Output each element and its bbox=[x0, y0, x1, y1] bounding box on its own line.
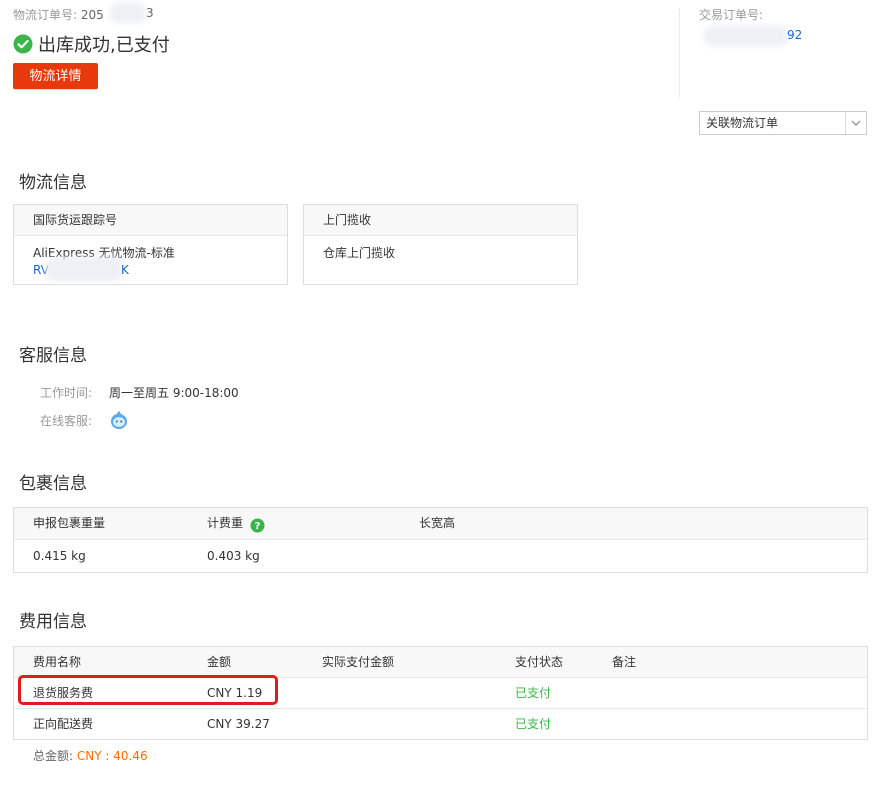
column-header: 费用名称 bbox=[33, 655, 82, 669]
logistics-order-prefix: 205 bbox=[80, 8, 104, 22]
column-header: 计费重 bbox=[207, 516, 244, 530]
working-hours-value: 周一至周五 9:00-18:00 bbox=[109, 386, 239, 400]
status-line: 出库成功,已支付 bbox=[13, 32, 170, 56]
trade-order-suffix[interactable]: 92 bbox=[787, 28, 802, 42]
tracking-card-header: 国际货运跟踪号 bbox=[14, 205, 287, 236]
column-header: 实际支付金额 bbox=[322, 655, 395, 669]
chevron-down-icon bbox=[845, 112, 866, 134]
check-circle-icon bbox=[13, 34, 33, 54]
chat-bubble-icon[interactable] bbox=[108, 409, 130, 431]
billed-weight: 0.403 kg bbox=[207, 549, 260, 563]
header-divider bbox=[679, 8, 681, 98]
total-value: CNY : 40.46 bbox=[76, 749, 148, 763]
logistics-order-label: 物流订单号: bbox=[13, 8, 78, 22]
fee-status: 已支付 bbox=[515, 686, 552, 700]
tracking-card: 国际货运跟踪号 AliExpress 无忧物流-标准 RV K bbox=[13, 204, 288, 285]
svg-text:?: ? bbox=[255, 521, 261, 532]
column-header: 长宽高 bbox=[419, 516, 456, 530]
online-service-label: 在线客服: bbox=[40, 414, 93, 428]
logistics-order-suffix: 3 bbox=[146, 6, 154, 20]
table-header-row: 费用名称 金额 实际支付金额 支付状态 备注 bbox=[14, 647, 867, 677]
table-header-row: 申报包裹重量 计费重 ? 长宽高 bbox=[14, 508, 867, 539]
total-amount: 总金额: CNY : 40.46 bbox=[33, 747, 148, 764]
column-header: 备注 bbox=[612, 655, 637, 669]
working-hours-label: 工作时间: bbox=[40, 386, 93, 400]
logistics-order-number: 物流订单号: 205 bbox=[13, 6, 104, 23]
redacted-trade-order bbox=[704, 26, 788, 46]
pickup-card-header: 上门揽收 bbox=[304, 205, 577, 236]
trade-order-label: 交易订单号: bbox=[699, 8, 764, 22]
help-icon[interactable]: ? bbox=[250, 514, 265, 533]
related-select-value: 关联物流订单 bbox=[706, 116, 779, 130]
column-header: 金额 bbox=[207, 655, 232, 669]
column-header: 申报包裹重量 bbox=[33, 516, 106, 530]
logistics-details-button[interactable]: 物流详情 bbox=[13, 63, 98, 89]
fee-status: 已支付 bbox=[515, 717, 552, 731]
tracking-suffix[interactable]: K bbox=[121, 263, 129, 277]
redacted-tracking-number bbox=[46, 257, 122, 281]
customer-service-title: 客服信息 bbox=[19, 346, 87, 366]
pickup-card: 上门揽收 仓库上门揽收 bbox=[303, 204, 578, 285]
fee-name: 正向配送费 bbox=[33, 717, 94, 731]
redacted-order-number bbox=[110, 3, 146, 23]
total-label: 总金额: bbox=[33, 749, 74, 763]
package-section-title: 包裹信息 bbox=[19, 474, 87, 494]
logistics-section-title: 物流信息 bbox=[19, 173, 87, 193]
fee-amount: CNY 39.27 bbox=[207, 717, 270, 731]
table-row: 0.415 kg 0.403 kg bbox=[14, 539, 867, 572]
package-table: 申报包裹重量 计费重 ? 长宽高 0.415 kg 0.403 kg bbox=[13, 507, 868, 573]
highlight-annotation-box bbox=[18, 675, 278, 705]
related-logistics-select[interactable]: 关联物流订单 bbox=[699, 111, 867, 135]
declared-weight: 0.415 kg bbox=[33, 549, 86, 563]
fees-section-title: 费用信息 bbox=[19, 612, 87, 632]
column-header: 支付状态 bbox=[515, 655, 564, 669]
pickup-value: 仓库上门揽收 bbox=[323, 246, 396, 260]
table-row: 正向配送费 CNY 39.27 已支付 bbox=[14, 708, 867, 739]
status-text: 出库成功,已支付 bbox=[38, 35, 170, 56]
